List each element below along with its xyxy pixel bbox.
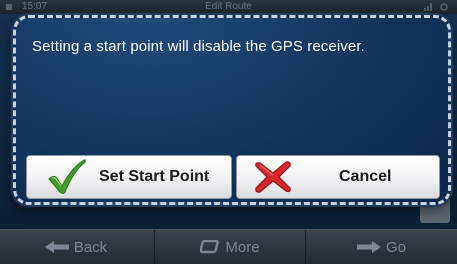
bottom-toolbar: Back More Go [0, 229, 457, 264]
checkmark-icon [45, 158, 89, 196]
go-label: Go [385, 238, 406, 256]
set-start-point-label: Set Start Point [99, 168, 210, 185]
gps-status-icon [440, 3, 448, 11]
red-x-icon [251, 158, 295, 196]
set-start-point-button[interactable]: Set Start Point [26, 155, 232, 199]
signal-icon [424, 3, 432, 11]
battery-icon [6, 4, 12, 10]
dialog-message: Setting a start point will disable the G… [32, 38, 365, 55]
status-bar: 15:07 Edit Route [0, 0, 457, 14]
cancel-button[interactable]: Cancel [236, 155, 440, 199]
arrow-right-icon [356, 241, 381, 253]
confirm-dialog: Setting a start point will disable the G… [13, 15, 451, 205]
more-label: More [225, 238, 260, 256]
back-label: Back [73, 238, 108, 256]
more-button[interactable]: More [154, 230, 306, 264]
go-button[interactable]: Go [306, 230, 457, 264]
arrow-left-icon [44, 241, 69, 253]
status-title: Edit Route [205, 1, 252, 12]
back-button[interactable]: Back [0, 230, 152, 264]
window-icon [200, 240, 220, 254]
cancel-label: Cancel [339, 168, 392, 185]
